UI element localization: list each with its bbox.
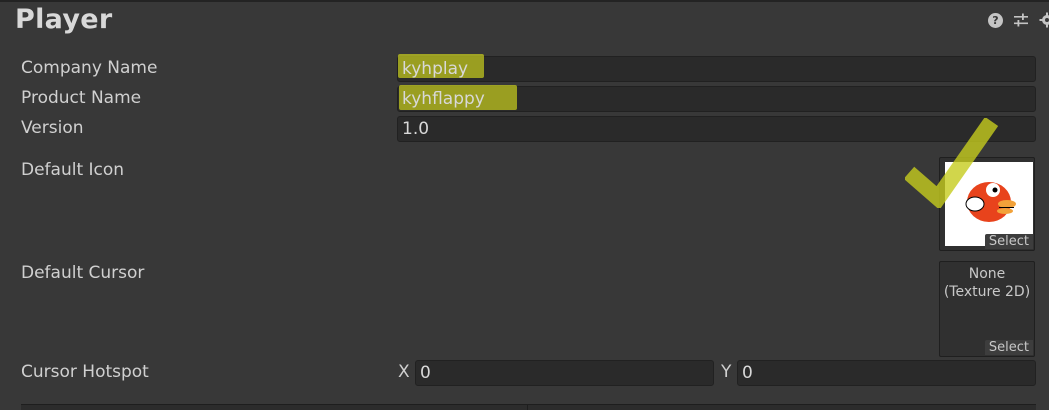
title-toolbar: ? — [988, 12, 1049, 28]
product-name-field[interactable]: kyhflappy — [397, 85, 1036, 112]
checkmark-annotation — [905, 118, 999, 208]
preset-icon[interactable] — [1013, 12, 1029, 28]
cursor-hotspot-label: Cursor Hotspot — [21, 362, 149, 382]
default-icon-label: Default Icon — [21, 160, 125, 180]
cursor-none-line1: None — [968, 266, 1006, 282]
company-name-value: kyhplay — [402, 59, 469, 79]
product-name-label: Product Name — [21, 88, 142, 108]
company-name-field[interactable]: kyhplay — [397, 54, 1036, 82]
help-icon[interactable]: ? — [988, 12, 1003, 28]
version-value: 1.0 — [402, 119, 430, 139]
hotspot-x-field[interactable]: 0 — [415, 360, 714, 386]
hotspot-y-field[interactable]: 0 — [737, 360, 1036, 386]
next-section-header — [21, 404, 1036, 410]
section-divider — [527, 404, 528, 410]
company-name-label: Company Name — [21, 58, 158, 78]
gear-icon[interactable] — [1039, 12, 1049, 28]
default-cursor-label: Default Cursor — [21, 263, 145, 283]
panel-title: Player — [15, 4, 113, 35]
cursor-select-button[interactable]: Select — [984, 340, 1033, 355]
version-label: Version — [21, 118, 84, 138]
hotspot-y-label: Y — [721, 362, 732, 382]
default-cursor-slot[interactable]: None (Texture 2D) Select — [939, 261, 1035, 357]
product-name-value: kyhflappy — [402, 89, 485, 109]
cursor-none-text: None (Texture 2D) — [940, 265, 1034, 301]
icon-select-button[interactable]: Select — [984, 234, 1033, 249]
hotspot-x-label: X — [398, 362, 410, 382]
cursor-none-line2: (Texture 2D) — [943, 284, 1031, 300]
panel-top-border — [0, 0, 1049, 2]
